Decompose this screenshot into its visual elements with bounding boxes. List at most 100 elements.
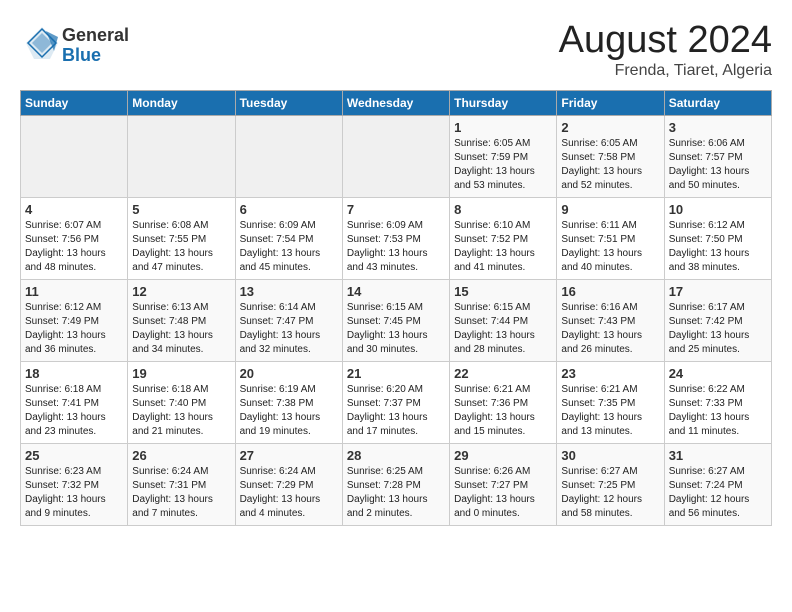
- day-info: Sunrise: 6:27 AM Sunset: 7:24 PM Dayligh…: [669, 465, 767, 521]
- day-number: 16: [561, 284, 659, 299]
- calendar-cell: 10 Sunrise: 6:12 AM Sunset: 7:50 PM Dayl…: [664, 197, 771, 279]
- day-info: Sunrise: 6:16 AM Sunset: 7:43 PM Dayligh…: [561, 301, 659, 357]
- day-info: Sunrise: 6:24 AM Sunset: 7:31 PM Dayligh…: [132, 465, 230, 521]
- calendar-week-4: 25 Sunrise: 6:23 AM Sunset: 7:32 PM Dayl…: [21, 443, 772, 525]
- calendar-cell: 5 Sunrise: 6:08 AM Sunset: 7:55 PM Dayli…: [128, 197, 235, 279]
- col-thursday: Thursday: [450, 90, 557, 115]
- day-info: Sunrise: 6:11 AM Sunset: 7:51 PM Dayligh…: [561, 219, 659, 275]
- calendar-cell: 23 Sunrise: 6:21 AM Sunset: 7:35 PM Dayl…: [557, 361, 664, 443]
- calendar-cell: 29 Sunrise: 6:26 AM Sunset: 7:27 PM Dayl…: [450, 443, 557, 525]
- day-info: Sunrise: 6:12 AM Sunset: 7:50 PM Dayligh…: [669, 219, 767, 275]
- day-number: 28: [347, 448, 445, 463]
- day-number: 23: [561, 366, 659, 381]
- day-info: Sunrise: 6:05 AM Sunset: 7:59 PM Dayligh…: [454, 137, 552, 193]
- day-number: 24: [669, 366, 767, 381]
- day-info: Sunrise: 6:18 AM Sunset: 7:41 PM Dayligh…: [25, 383, 123, 439]
- day-number: 15: [454, 284, 552, 299]
- calendar-cell: 19 Sunrise: 6:18 AM Sunset: 7:40 PM Dayl…: [128, 361, 235, 443]
- day-info: Sunrise: 6:10 AM Sunset: 7:52 PM Dayligh…: [454, 219, 552, 275]
- day-info: Sunrise: 6:26 AM Sunset: 7:27 PM Dayligh…: [454, 465, 552, 521]
- day-info: Sunrise: 6:09 AM Sunset: 7:54 PM Dayligh…: [240, 219, 338, 275]
- calendar-week-1: 4 Sunrise: 6:07 AM Sunset: 7:56 PM Dayli…: [21, 197, 772, 279]
- calendar-cell: 11 Sunrise: 6:12 AM Sunset: 7:49 PM Dayl…: [21, 279, 128, 361]
- col-sunday: Sunday: [21, 90, 128, 115]
- day-number: 2: [561, 120, 659, 135]
- day-info: Sunrise: 6:21 AM Sunset: 7:35 PM Dayligh…: [561, 383, 659, 439]
- calendar-week-2: 11 Sunrise: 6:12 AM Sunset: 7:49 PM Dayl…: [21, 279, 772, 361]
- day-number: 3: [669, 120, 767, 135]
- day-number: 20: [240, 366, 338, 381]
- calendar-subtitle: Frenda, Tiaret, Algeria: [559, 62, 772, 80]
- day-info: Sunrise: 6:13 AM Sunset: 7:48 PM Dayligh…: [132, 301, 230, 357]
- logo-icon: [24, 25, 60, 66]
- day-number: 7: [347, 202, 445, 217]
- logo-blue-text: Blue: [62, 46, 129, 66]
- calendar-cell: 22 Sunrise: 6:21 AM Sunset: 7:36 PM Dayl…: [450, 361, 557, 443]
- day-number: 5: [132, 202, 230, 217]
- calendar-week-0: 1 Sunrise: 6:05 AM Sunset: 7:59 PM Dayli…: [21, 115, 772, 197]
- day-number: 25: [25, 448, 123, 463]
- col-friday: Friday: [557, 90, 664, 115]
- calendar-cell: 27 Sunrise: 6:24 AM Sunset: 7:29 PM Dayl…: [235, 443, 342, 525]
- calendar-cell: 13 Sunrise: 6:14 AM Sunset: 7:47 PM Dayl…: [235, 279, 342, 361]
- calendar-cell: 21 Sunrise: 6:20 AM Sunset: 7:37 PM Dayl…: [342, 361, 449, 443]
- logo-general-text: General: [62, 26, 129, 46]
- calendar-cell: 12 Sunrise: 6:13 AM Sunset: 7:48 PM Dayl…: [128, 279, 235, 361]
- calendar-cell: 18 Sunrise: 6:18 AM Sunset: 7:41 PM Dayl…: [21, 361, 128, 443]
- calendar-cell: 2 Sunrise: 6:05 AM Sunset: 7:58 PM Dayli…: [557, 115, 664, 197]
- day-number: 27: [240, 448, 338, 463]
- day-number: 8: [454, 202, 552, 217]
- day-number: 12: [132, 284, 230, 299]
- day-info: Sunrise: 6:22 AM Sunset: 7:33 PM Dayligh…: [669, 383, 767, 439]
- calendar-title: August 2024: [559, 20, 772, 62]
- day-number: 14: [347, 284, 445, 299]
- day-info: Sunrise: 6:25 AM Sunset: 7:28 PM Dayligh…: [347, 465, 445, 521]
- day-number: 31: [669, 448, 767, 463]
- day-info: Sunrise: 6:21 AM Sunset: 7:36 PM Dayligh…: [454, 383, 552, 439]
- day-number: 1: [454, 120, 552, 135]
- col-saturday: Saturday: [664, 90, 771, 115]
- calendar-cell: 8 Sunrise: 6:10 AM Sunset: 7:52 PM Dayli…: [450, 197, 557, 279]
- day-number: 11: [25, 284, 123, 299]
- calendar-cell: 26 Sunrise: 6:24 AM Sunset: 7:31 PM Dayl…: [128, 443, 235, 525]
- col-wednesday: Wednesday: [342, 90, 449, 115]
- day-info: Sunrise: 6:06 AM Sunset: 7:57 PM Dayligh…: [669, 137, 767, 193]
- col-tuesday: Tuesday: [235, 90, 342, 115]
- calendar-cell: [235, 115, 342, 197]
- calendar-cell: 15 Sunrise: 6:15 AM Sunset: 7:44 PM Dayl…: [450, 279, 557, 361]
- day-info: Sunrise: 6:09 AM Sunset: 7:53 PM Dayligh…: [347, 219, 445, 275]
- calendar-cell: 3 Sunrise: 6:06 AM Sunset: 7:57 PM Dayli…: [664, 115, 771, 197]
- day-info: Sunrise: 6:18 AM Sunset: 7:40 PM Dayligh…: [132, 383, 230, 439]
- calendar-cell: 14 Sunrise: 6:15 AM Sunset: 7:45 PM Dayl…: [342, 279, 449, 361]
- calendar-cell: 4 Sunrise: 6:07 AM Sunset: 7:56 PM Dayli…: [21, 197, 128, 279]
- day-info: Sunrise: 6:05 AM Sunset: 7:58 PM Dayligh…: [561, 137, 659, 193]
- day-info: Sunrise: 6:23 AM Sunset: 7:32 PM Dayligh…: [25, 465, 123, 521]
- calendar-cell: 6 Sunrise: 6:09 AM Sunset: 7:54 PM Dayli…: [235, 197, 342, 279]
- day-info: Sunrise: 6:08 AM Sunset: 7:55 PM Dayligh…: [132, 219, 230, 275]
- page: General Blue August 2024 Frenda, Tiaret,…: [0, 0, 792, 536]
- day-number: 19: [132, 366, 230, 381]
- calendar-cell: 16 Sunrise: 6:16 AM Sunset: 7:43 PM Dayl…: [557, 279, 664, 361]
- calendar-cell: [128, 115, 235, 197]
- day-number: 22: [454, 366, 552, 381]
- calendar-cell: [342, 115, 449, 197]
- logo: General Blue: [20, 25, 129, 66]
- day-number: 21: [347, 366, 445, 381]
- day-number: 6: [240, 202, 338, 217]
- day-number: 13: [240, 284, 338, 299]
- calendar-cell: [21, 115, 128, 197]
- col-monday: Monday: [128, 90, 235, 115]
- day-number: 17: [669, 284, 767, 299]
- day-info: Sunrise: 6:27 AM Sunset: 7:25 PM Dayligh…: [561, 465, 659, 521]
- day-number: 30: [561, 448, 659, 463]
- day-info: Sunrise: 6:20 AM Sunset: 7:37 PM Dayligh…: [347, 383, 445, 439]
- day-info: Sunrise: 6:14 AM Sunset: 7:47 PM Dayligh…: [240, 301, 338, 357]
- logo-text: General Blue: [62, 26, 129, 66]
- calendar-cell: 28 Sunrise: 6:25 AM Sunset: 7:28 PM Dayl…: [342, 443, 449, 525]
- day-number: 18: [25, 366, 123, 381]
- day-info: Sunrise: 6:24 AM Sunset: 7:29 PM Dayligh…: [240, 465, 338, 521]
- day-info: Sunrise: 6:17 AM Sunset: 7:42 PM Dayligh…: [669, 301, 767, 357]
- day-number: 26: [132, 448, 230, 463]
- day-info: Sunrise: 6:07 AM Sunset: 7:56 PM Dayligh…: [25, 219, 123, 275]
- day-number: 9: [561, 202, 659, 217]
